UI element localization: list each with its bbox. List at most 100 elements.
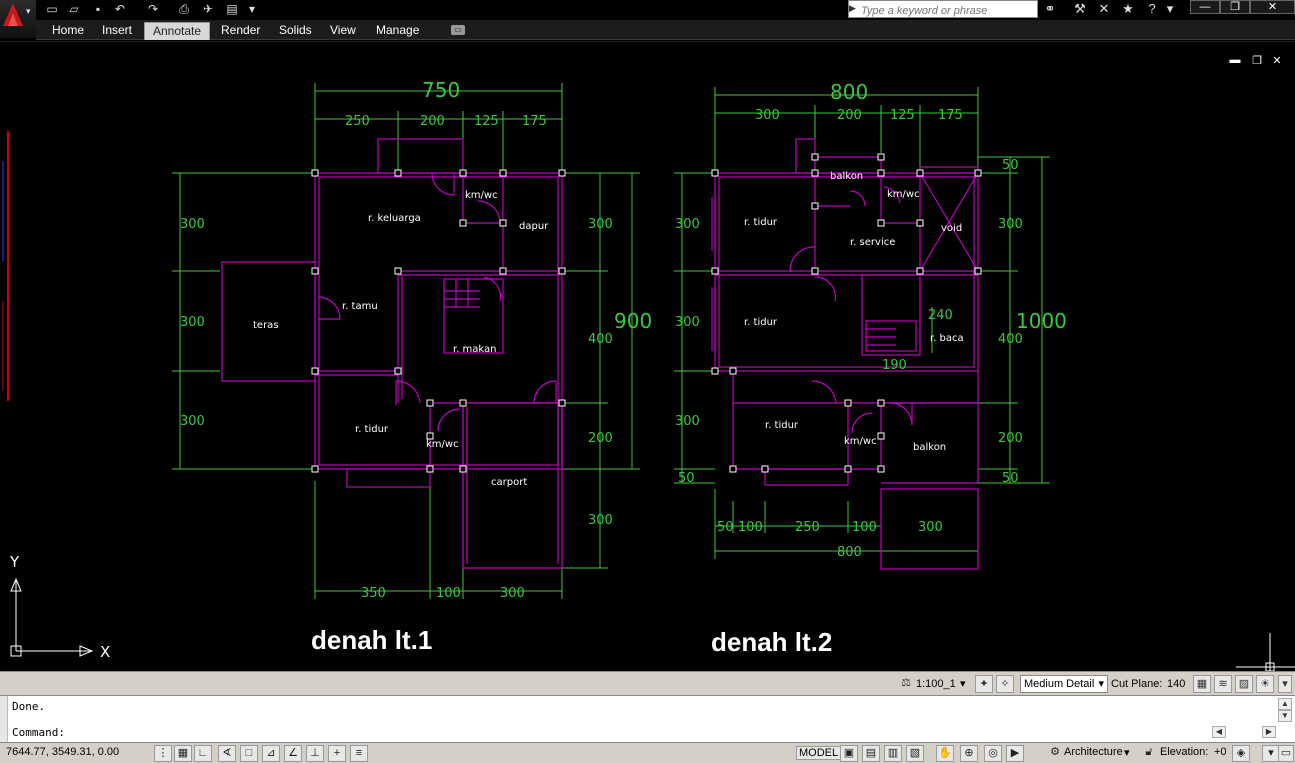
scale-dropdown-icon[interactable]: ▾ [960,675,966,693]
layer-key-icon[interactable]: ◈ [1232,745,1250,762]
object-snap-tracking-icon[interactable]: ∠ [284,745,302,762]
dimension-text: 300 [180,315,205,330]
properties-icon[interactable]: ▤ [224,1,240,17]
lock-icon[interactable]: 🔓︎ [1140,745,1158,762]
drawing-status-bar: ⚖ 1:100_1 ▾ ✦ ✧ Medium Detail ▾ Cut Plan… [0,671,1295,695]
auto-scale-icon[interactable]: ✧ [996,675,1014,693]
scroll-up-icon[interactable]: ▲ [1278,698,1292,710]
redo-icon[interactable]: ↷ [145,1,161,17]
close-button[interactable]: ✕ [1250,0,1295,14]
minimize-button[interactable]: — [1190,0,1220,14]
application-menu-button[interactable]: ▾ [0,0,36,38]
open-folder-icon[interactable]: ▱ [66,1,82,17]
scroll-left-icon[interactable]: ◀ [1212,726,1226,738]
help-icon[interactable]: ? [1142,0,1162,18]
save-icon[interactable]: ▪ [90,1,106,17]
detail-level-select[interactable]: Medium Detail ▾ [1020,675,1108,693]
model-space-button[interactable]: MODEL [796,746,842,760]
dimension-text: 50 [1002,158,1019,173]
tools-icon[interactable]: ⚒ [1070,0,1090,18]
ortho-mode-icon[interactable]: ∟ [194,745,212,762]
exchange-icon[interactable]: ✕ [1094,0,1114,18]
lightbulb-icon[interactable]: ☀ [1256,675,1274,693]
dimension-text: 175 [522,114,547,129]
restore-button[interactable]: ❐ [1220,0,1250,14]
cursor-coordinates[interactable]: 7644.77, 3549.31, 0.00 [6,746,119,758]
elevation-value[interactable]: +0 [1214,746,1227,758]
display-config-icon[interactable]: ▦ [1193,675,1211,693]
plan-2-drawing: balkon km/wc r. tidur r. service void r.… [674,80,1067,657]
dimension-text: 50 [678,471,695,486]
detail-dropdown-icon: ▾ [1098,678,1104,690]
help-dropdown-icon[interactable]: ▾ [1160,0,1180,18]
grid-display-icon[interactable]: ▦ [174,745,192,762]
dimension-text: 125 [474,114,499,129]
clean-screen-icon[interactable]: ▭ [1278,745,1294,762]
dimension-text: 1000 [1016,309,1067,333]
snap-mode-icon[interactable]: ⋮ [154,745,172,762]
object-snap-icon[interactable]: □ [240,745,258,762]
model-layout-icon[interactable]: ▣ [840,745,858,762]
command-line-window: Done. Command: ▲ ▼ ◀ ▶ [0,695,1295,743]
steering-wheel-icon[interactable]: ◎ [984,745,1002,762]
print-icon[interactable]: ⎙ [176,1,192,17]
ribbon-minimize-toggle[interactable]: ▭ [451,25,465,35]
cut-plane-value[interactable]: 140 [1167,675,1185,693]
command-line-grip[interactable] [0,696,8,743]
layout-2-icon[interactable]: ▥ [884,745,902,762]
dimension-text: 100 [852,520,877,535]
dimension-text: 50 [1002,471,1019,486]
lineweight-icon[interactable]: ≡ [350,745,368,762]
room-label: carport [491,477,527,488]
surface-hatch-icon[interactable]: ▨ [1235,675,1253,693]
drawing-viewport[interactable]: ▬ ❐ ✕ r. keluarga km/wc dapur r. tamu te… [0,41,1295,672]
layout-1-icon[interactable]: ▤ [862,745,880,762]
command-prompt[interactable]: Command: [12,726,65,739]
dimension-text: 100 [436,586,461,601]
room-label: r. tamu [342,301,378,312]
tab-view[interactable]: View [322,22,364,40]
showmotion-icon[interactable]: ▶ [1006,745,1024,762]
dynamic-ucs-icon[interactable]: ⊥ [306,745,324,762]
workspace-dropdown-icon[interactable]: ▾ [1124,746,1130,759]
room-label: r. tidur [744,317,778,328]
annotation-visibility-icon[interactable]: ✦ [975,675,993,693]
zoom-icon[interactable]: ⊕ [960,745,978,762]
search-expand-icon[interactable]: ▶ [849,3,857,15]
tab-insert[interactable]: Insert [94,22,140,40]
dimension-text: 250 [795,520,820,535]
annotation-scale[interactable]: 1:100_1 [916,675,956,693]
tab-render[interactable]: Render [213,22,268,40]
tab-manage[interactable]: Manage [368,22,427,40]
dimension-text: 240 [928,308,953,323]
workspace-gear-icon[interactable]: ⚙ [1046,745,1064,762]
workspace-switch[interactable]: Architecture [1064,746,1123,758]
polar-tracking-icon[interactable]: ∢ [218,745,236,762]
plan-2-title: denah lt.2 [711,627,832,657]
pan-icon[interactable]: ✋ [936,745,954,762]
publish-icon[interactable]: ✈ [200,1,216,17]
dimension-text: 300 [675,217,700,232]
search-field[interactable] [848,0,1038,19]
binoculars-icon[interactable]: ⚭ [1040,0,1060,18]
search-input[interactable] [849,3,1037,19]
3d-object-snap-icon[interactable]: ⊿ [262,745,280,762]
tab-solids[interactable]: Solids [271,22,320,40]
tab-home[interactable]: Home [44,22,92,40]
tab-annotate[interactable]: Annotate [144,22,211,40]
layer-icon[interactable]: ≋ [1214,675,1232,693]
dimension-text: 300 [588,513,613,528]
room-label: balkon [913,442,946,453]
dimension-text: 300 [180,414,205,429]
scroll-right-icon[interactable]: ▶ [1262,726,1276,738]
drawing-canvas: r. keluarga km/wc dapur r. tamu teras r.… [2,78,1295,672]
quick-view-drawings-icon[interactable]: ▧ [906,745,924,762]
new-file-icon[interactable]: ▭ [44,1,60,17]
drawbar-menu-icon[interactable]: ▾ [1278,675,1292,693]
dimension-text: 300 [675,315,700,330]
favorites-star-icon[interactable]: ★ [1118,0,1138,18]
undo-icon[interactable]: ↶ [112,1,128,17]
dynamic-input-icon[interactable]: + [328,745,346,762]
scroll-down-icon[interactable]: ▼ [1278,710,1292,722]
quick-access-dropdown-icon[interactable]: ▾ [244,1,260,17]
